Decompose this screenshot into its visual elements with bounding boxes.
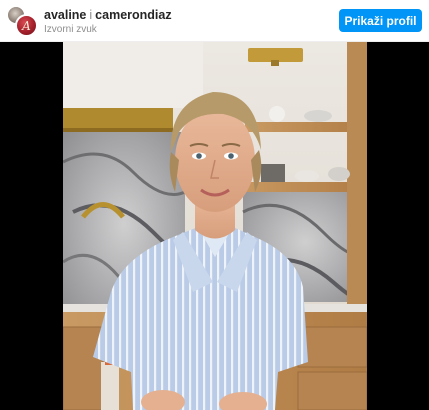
photo-frame-icon [63, 42, 367, 410]
view-profile-button[interactable]: Prikaži profil [339, 9, 422, 32]
avatar-camerondiaz[interactable]: A [15, 14, 38, 37]
username-secondary[interactable]: camerondiaz [95, 8, 171, 22]
embed-header: A avaline i camerondiaz Izvorni zvuk Prika… [0, 0, 429, 42]
audio-label[interactable]: Izvorni zvuk [44, 24, 97, 35]
avatar-stack[interactable]: A [6, 5, 38, 37]
media-photo[interactable] [63, 42, 367, 410]
username-primary[interactable]: avaline [44, 8, 86, 22]
avatar-letter: A [22, 18, 31, 33]
media-area[interactable] [0, 42, 429, 410]
username-separator: i [89, 8, 93, 22]
account-names: avaline i camerondiaz [44, 8, 172, 22]
